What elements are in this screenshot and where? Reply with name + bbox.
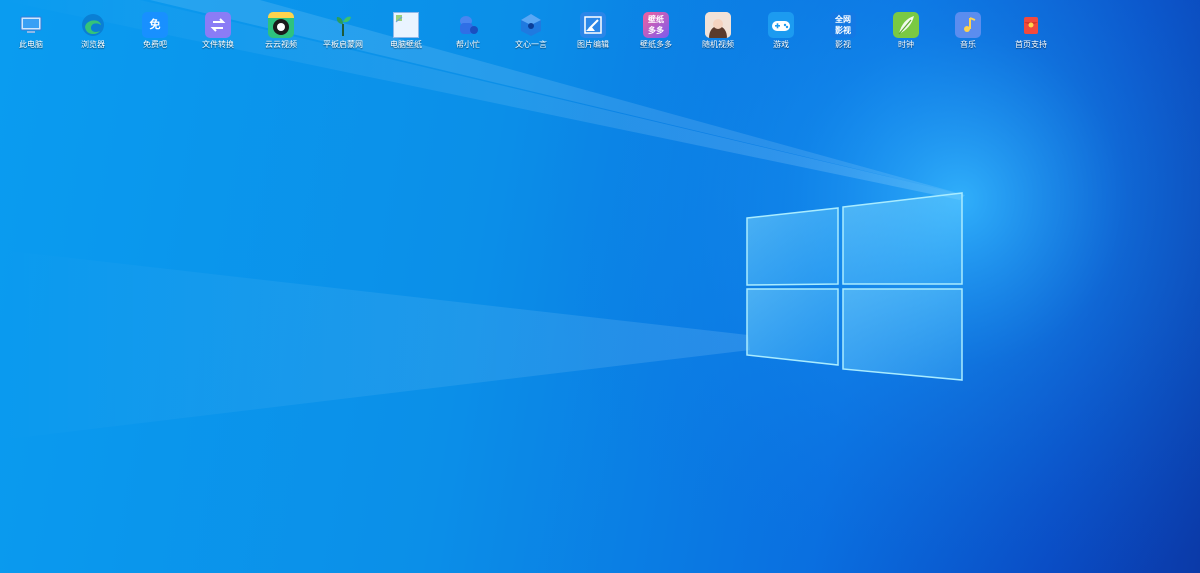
movie-app-icon: 全网影视 bbox=[830, 12, 856, 38]
desktop-icon-label: 影视 bbox=[835, 40, 851, 49]
desktop-icon-label: 音乐 bbox=[960, 40, 976, 49]
desktop-icon-wallpaper-app[interactable]: 壁纸多多 壁纸多多 bbox=[626, 8, 686, 54]
desktop-icon-browser[interactable]: 浏览器 bbox=[63, 8, 123, 54]
windows-wallpaper bbox=[0, 0, 1200, 573]
desktop-icon-game[interactable]: 游戏 bbox=[751, 8, 811, 54]
desktop-icon-sprout[interactable]: 平板启蒙网 bbox=[313, 8, 373, 54]
desktop-icon-image-edit[interactable]: 图片编辑 bbox=[563, 8, 623, 54]
desktop-icon-computer[interactable]: 此电脑 bbox=[1, 8, 61, 54]
desktop-icon-label: 随机视频 bbox=[702, 40, 734, 49]
free-app-icon: 免 bbox=[142, 12, 168, 38]
desktop-icon-label: 文心一言 bbox=[515, 40, 547, 49]
desktop-icon-label: 免费吧 bbox=[143, 40, 167, 49]
leaf-clock-icon bbox=[893, 12, 919, 38]
sprout-icon bbox=[330, 12, 356, 38]
desktop-icon-label: 首页支持 bbox=[1015, 40, 1047, 49]
desktop-icon-label: 平板启蒙网 bbox=[323, 40, 363, 49]
desktop-icon-label: 游戏 bbox=[773, 40, 789, 49]
desktop-icon-music[interactable]: 音乐 bbox=[938, 8, 998, 54]
desktop-icon-helper[interactable]: 帮小忙 bbox=[438, 8, 498, 54]
image-edit-icon bbox=[580, 12, 606, 38]
video-icon bbox=[268, 12, 294, 38]
desktop-icon-label: 时钟 bbox=[898, 40, 914, 49]
desktop-icon-wallpaper[interactable]: 电脑壁纸 bbox=[376, 8, 436, 54]
desktop-icon-row: 此电脑 浏览器 免 免费吧 文件转换 云云视频 平板启蒙网 电脑壁纸 帮小忙 文… bbox=[0, 8, 1200, 58]
desktop-icon-ernie[interactable]: 文心一言 bbox=[501, 8, 561, 54]
desktop-icon-movies[interactable]: 全网影视 影视 bbox=[813, 8, 873, 54]
desktop-icon-file-convert[interactable]: 文件转换 bbox=[188, 8, 248, 54]
red-packet-icon bbox=[1018, 12, 1044, 38]
computer-icon bbox=[18, 12, 44, 38]
desktop-icon-label: 文件转换 bbox=[202, 40, 234, 49]
file-convert-icon bbox=[205, 12, 231, 38]
desktop-icon-label: 云云视频 bbox=[265, 40, 297, 49]
edge-browser-icon bbox=[80, 12, 106, 38]
desktop: 此电脑 浏览器 免 免费吧 文件转换 云云视频 平板启蒙网 电脑壁纸 帮小忙 文… bbox=[0, 0, 1200, 573]
desktop-icon-random-video[interactable]: 随机视频 bbox=[688, 8, 748, 54]
desktop-icon-support[interactable]: 首页支持 bbox=[1001, 8, 1061, 54]
desktop-icon-label: 帮小忙 bbox=[456, 40, 480, 49]
desktop-icon-label: 图片编辑 bbox=[577, 40, 609, 49]
desktop-icon-label: 此电脑 bbox=[19, 40, 43, 49]
desktop-icon-free[interactable]: 免 免费吧 bbox=[125, 8, 185, 54]
desktop-icon-label: 壁纸多多 bbox=[640, 40, 672, 49]
portrait-icon bbox=[705, 12, 731, 38]
music-icon bbox=[955, 12, 981, 38]
desktop-icon-label: 电脑壁纸 bbox=[390, 40, 422, 49]
broken-image-icon bbox=[393, 12, 419, 38]
wallpaper-app-icon: 壁纸多多 bbox=[643, 12, 669, 38]
helper-icon bbox=[455, 12, 481, 38]
desktop-icon-clock[interactable]: 时钟 bbox=[876, 8, 936, 54]
gamepad-icon bbox=[768, 12, 794, 38]
desktop-icon-label: 浏览器 bbox=[81, 40, 105, 49]
desktop-icon-video[interactable]: 云云视频 bbox=[251, 8, 311, 54]
ernie-cube-icon bbox=[518, 12, 544, 38]
